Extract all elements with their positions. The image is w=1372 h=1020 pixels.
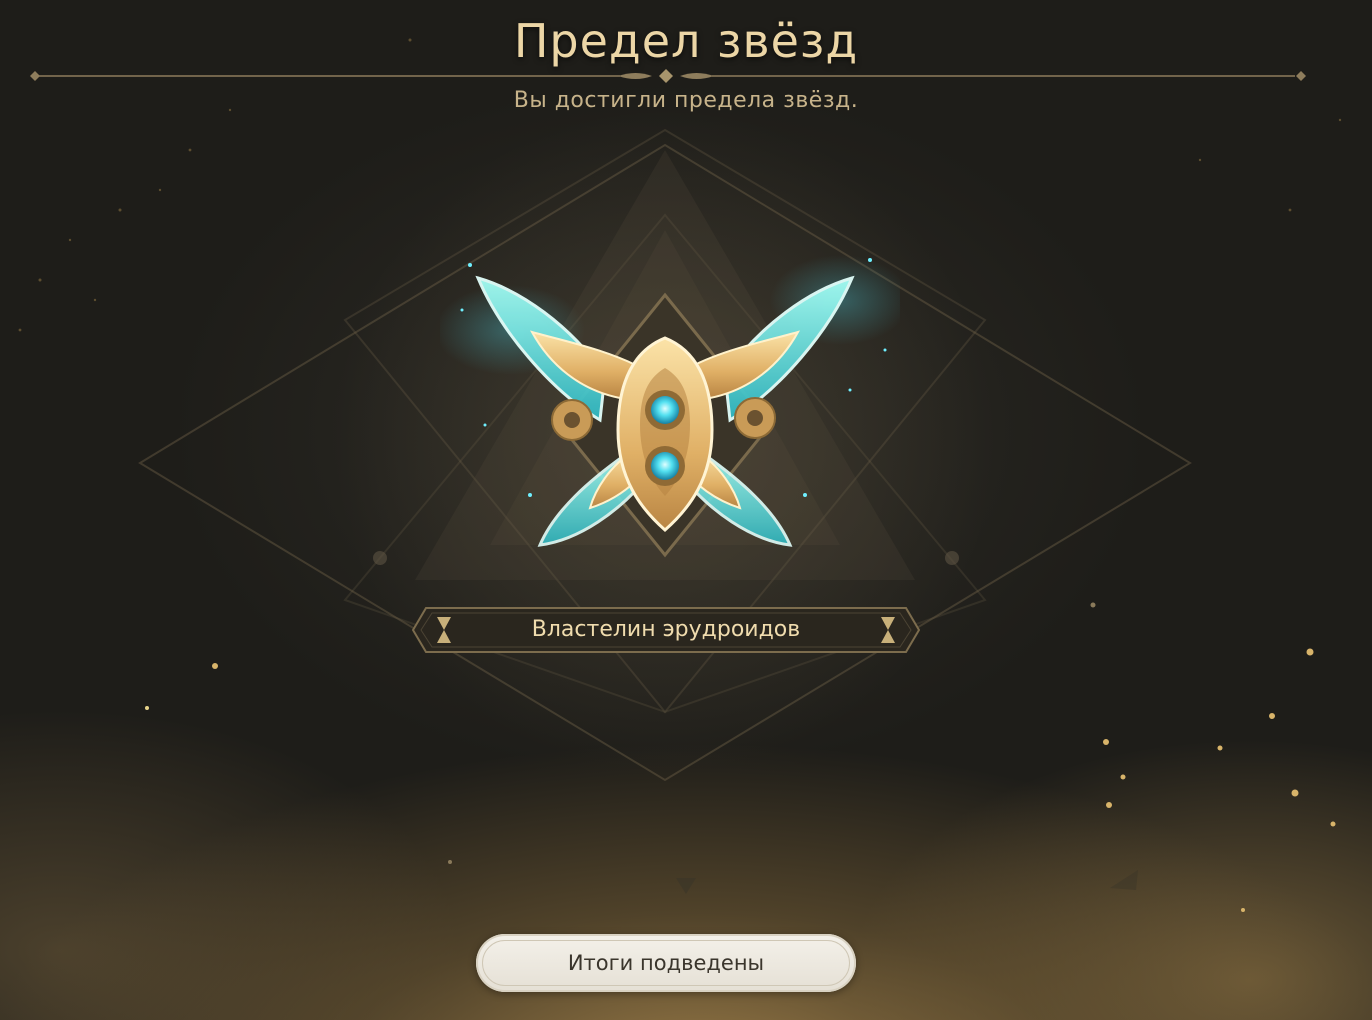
page-subtitle: Вы достигли предела звёзд. [513,88,859,113]
results-confirm-label: Итоги подведены [567,951,765,975]
header: Предел звёзд Вы достигли предела звёзд. [0,0,1372,130]
star-limit-screen: Предел звёзд Вы достигли предела звёзд. [0,0,1372,1020]
results-confirm-button[interactable]: Итоги подведены [476,934,856,992]
butterfly-gear-emblem-icon [440,255,900,558]
achievement-name: Властелин эрудроидов [531,617,801,642]
achievement-name-banner: Властелин эрудроидов [412,607,920,653]
